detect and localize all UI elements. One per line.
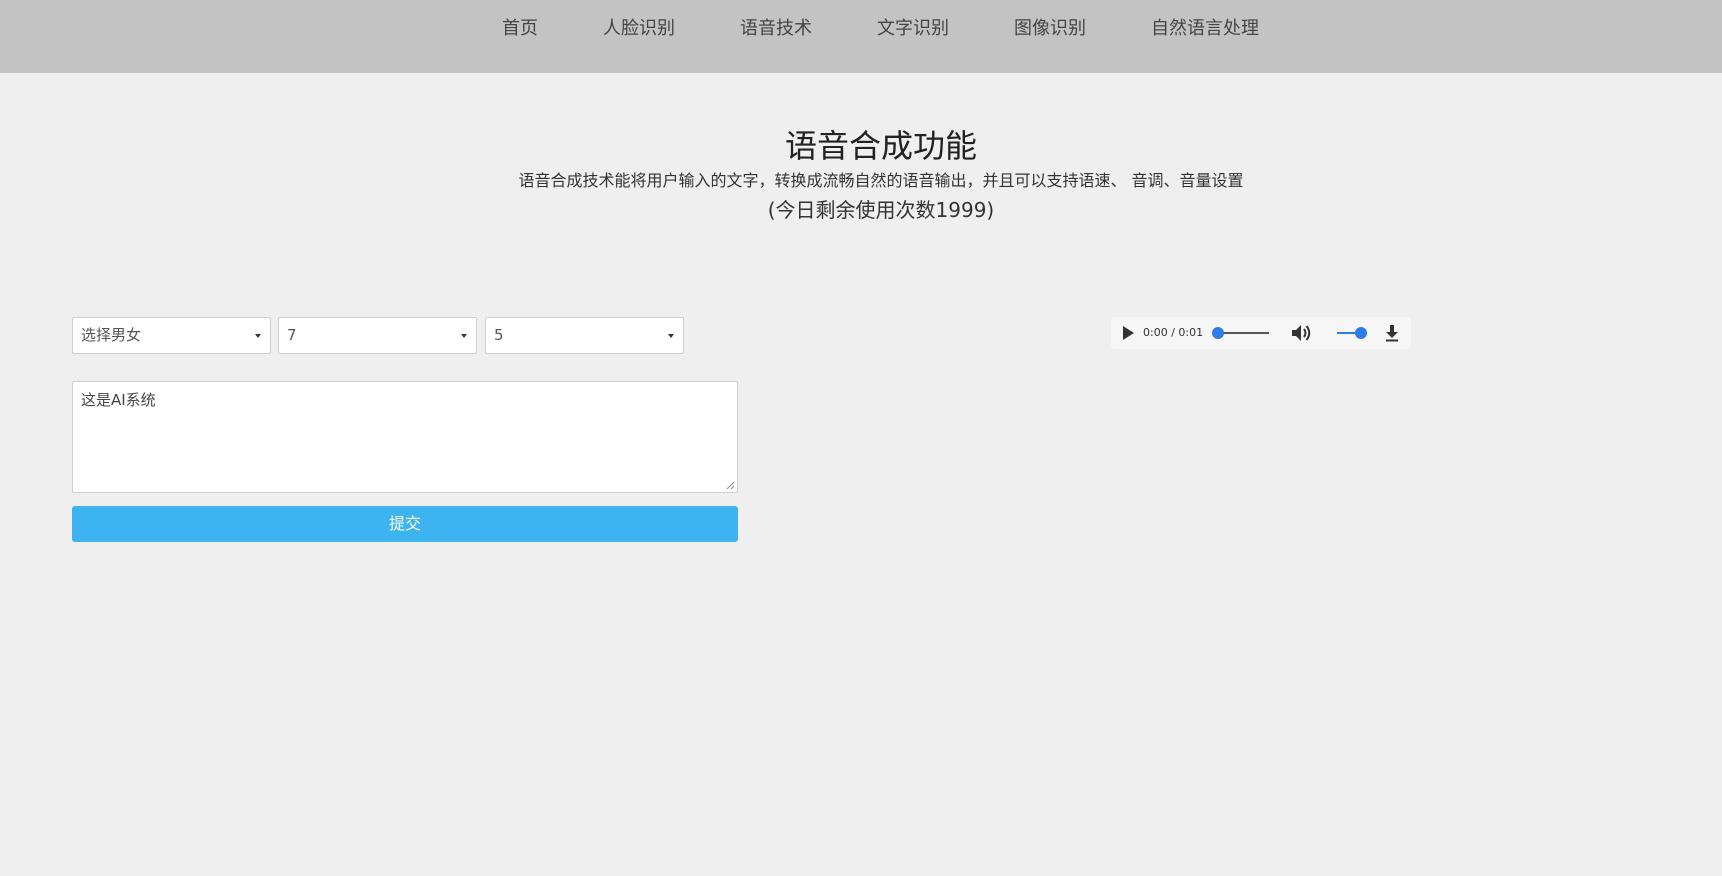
nav-item-text-recognition[interactable]: 文字识别 [877, 17, 949, 41]
submit-button[interactable]: 提交 [72, 506, 738, 542]
volume-thumb[interactable] [1355, 327, 1367, 339]
seek-bar[interactable] [1217, 332, 1269, 334]
nav-item-face-recognition[interactable]: 人脸识别 [603, 17, 675, 41]
caret-down-icon [461, 334, 467, 338]
play-icon[interactable] [1123, 326, 1134, 340]
caret-down-icon [668, 334, 674, 338]
page-subtitle: 语音合成技术能将用户输入的文字，转换成流畅自然的语音输出，并且可以支持语速、 音… [0, 170, 1722, 192]
gender-select[interactable]: 选择男女 [72, 317, 271, 354]
text-input[interactable]: 这是AI系统 [72, 381, 738, 493]
caret-down-icon [255, 334, 261, 338]
pitch-select-value: 5 [494, 326, 504, 344]
usage-remaining: (今日剩余使用次数1999) [0, 196, 1722, 224]
page-title: 语音合成功能 [0, 126, 1722, 166]
nav-item-nlp[interactable]: 自然语言处理 [1151, 17, 1259, 41]
nav-item-image-recognition[interactable]: 图像识别 [1014, 17, 1086, 41]
audio-player: 0:00 / 0:01 [1111, 317, 1411, 349]
top-navbar: 首页 人脸识别 语音技术 文字识别 图像识别 自然语言处理 [0, 0, 1722, 73]
resize-grip-icon[interactable] [726, 481, 735, 490]
seek-thumb[interactable] [1212, 327, 1224, 339]
audio-time: 0:00 / 0:01 [1143, 326, 1203, 340]
gender-select-value: 选择男女 [81, 326, 141, 344]
text-input-value: 这是AI系统 [81, 391, 156, 409]
nav-item-home[interactable]: 首页 [502, 17, 538, 41]
speed-select-value: 7 [287, 326, 297, 344]
volume-icon[interactable] [1290, 323, 1312, 343]
speed-select[interactable]: 7 [278, 317, 477, 354]
pitch-select[interactable]: 5 [485, 317, 684, 354]
download-icon[interactable] [1384, 324, 1400, 342]
nav-item-speech-tech[interactable]: 语音技术 [740, 17, 812, 41]
